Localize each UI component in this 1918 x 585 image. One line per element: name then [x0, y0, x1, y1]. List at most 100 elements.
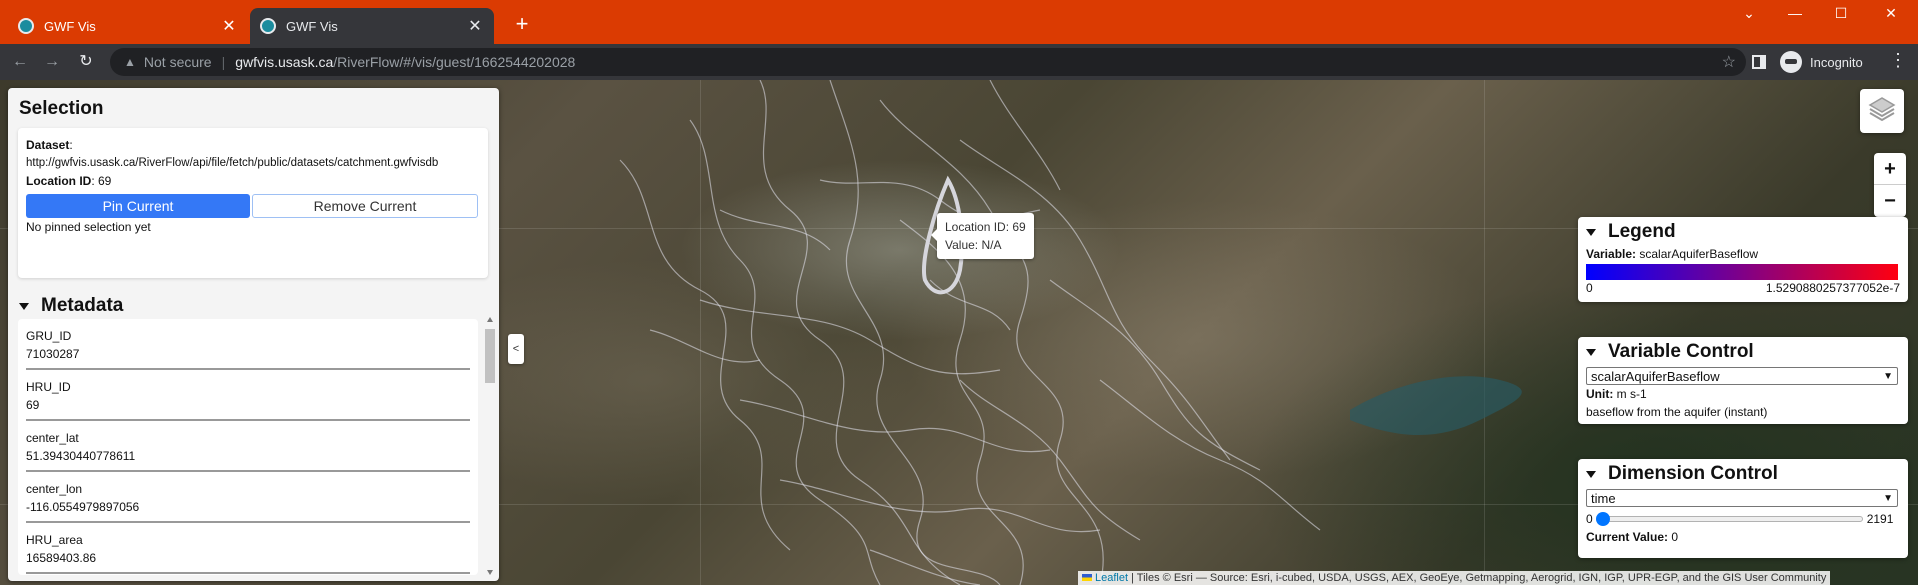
dimension-control-title: Dimension Control: [1608, 463, 1778, 484]
variable-control-panel: Variable Control scalarAquiferBaseflow ▼…: [1578, 337, 1908, 424]
warning-icon: ▲: [124, 55, 136, 69]
favicon-icon: [18, 18, 34, 34]
pin-current-button[interactable]: Pin Current: [26, 194, 250, 218]
map-view[interactable]: Location ID: 69 Value: N/A Selection Dat…: [0, 80, 1918, 585]
selection-panel: Selection Dataset: http://gwfvis.usask.c…: [8, 88, 499, 581]
variable-control-header[interactable]: Variable Control: [1586, 337, 1900, 367]
reload-icon[interactable]: ↻: [74, 50, 98, 74]
attribution-text: | Tiles © Esri — Source: Esri, i-cubed, …: [1128, 572, 1827, 584]
metadata-scrollbar[interactable]: [484, 315, 496, 577]
metadata-key: center_lon: [26, 482, 83, 496]
location-label: Location ID: [26, 174, 92, 188]
metadata-list[interactable]: GRU_ID 71030287 HRU_ID 69 center_lat 51.…: [18, 319, 478, 575]
menu-kebab-icon[interactable]: ⋮: [1888, 50, 1908, 71]
current-value-label: Current Value:: [1586, 530, 1669, 544]
maximize-window-button[interactable]: ☐: [1818, 0, 1864, 26]
dimension-control-panel: Dimension Control time ▼ 0 2191 Current …: [1578, 459, 1908, 558]
dimension-select[interactable]: time ▼: [1586, 489, 1898, 507]
caret-down-icon: [1586, 348, 1596, 356]
favicon-icon: [260, 18, 276, 34]
leaflet-link[interactable]: Leaflet: [1095, 572, 1128, 584]
browser-toolbar: ← → ↻ ▲ Not secure | gwfvis.usask.ca /Ri…: [0, 44, 1918, 80]
tab-gwf-vis-2[interactable]: GWF Vis ✕: [250, 8, 494, 44]
close-tab-icon[interactable]: ✕: [220, 16, 238, 36]
map-tooltip: Location ID: 69 Value: N/A: [931, 213, 1034, 259]
variable-control-title: Variable Control: [1608, 341, 1754, 362]
location-row: Location ID: 69: [26, 172, 480, 190]
selection-card: Dataset: http://gwfvis.usask.ca/RiverFlo…: [18, 128, 488, 278]
legend-max: 1.5290880257377052e-7: [1765, 281, 1900, 295]
new-tab-button[interactable]: +: [508, 10, 536, 38]
close-window-button[interactable]: ✕: [1868, 0, 1914, 26]
zoom-out-button[interactable]: −: [1874, 185, 1906, 217]
unit-label: Unit:: [1586, 387, 1614, 401]
collapse-panel-button[interactable]: <: [508, 334, 524, 364]
caret-down-icon: [1586, 470, 1596, 478]
url-path: /RiverFlow/#/vis/guest/1662544202028: [333, 54, 576, 70]
variable-select[interactable]: scalarAquiferBaseflow ▼: [1586, 367, 1898, 385]
variable-description: baseflow from the aquifer (instant): [1586, 405, 1768, 419]
dimension-slider-row: 0 2191: [1586, 511, 1900, 527]
close-tab-icon[interactable]: ✕: [466, 16, 484, 36]
dataset-colon: :: [69, 138, 73, 152]
caret-down-icon: [1586, 228, 1596, 236]
variable-select-value: scalarAquiferBaseflow: [1591, 368, 1720, 384]
security-label: Not secure: [143, 54, 212, 70]
chevron-down-icon: ▼: [1883, 492, 1893, 504]
lake-shape: [1350, 376, 1522, 435]
list-item: HRU_ID 69: [26, 370, 470, 421]
zoom-in-button[interactable]: +: [1874, 153, 1906, 185]
selection-title: Selection: [19, 98, 104, 119]
current-value: 0: [1671, 530, 1679, 544]
tab-title: GWF Vis: [286, 18, 338, 34]
metadata-value: 69: [26, 398, 40, 412]
tooltip-value: Value: N/A: [945, 238, 1002, 252]
scroll-down-icon[interactable]: [487, 570, 493, 575]
ukraine-flag-icon: [1082, 574, 1092, 581]
list-item: center_lat 51.39430440778611: [26, 421, 470, 472]
minimize-window-button[interactable]: —: [1772, 0, 1818, 26]
legend-title: Legend: [1608, 221, 1676, 242]
color-scale-bar: [1586, 264, 1898, 280]
metadata-value: 16589403.86: [26, 551, 97, 565]
profile-label: Incognito: [1810, 54, 1863, 70]
list-item: HRU_area 16589403.86: [26, 523, 470, 574]
no-pinned-text: No pinned selection yet: [26, 220, 151, 234]
metadata-key: GRU_ID: [26, 329, 72, 343]
metadata-key: HRU_ID: [26, 380, 71, 394]
legend-variable: scalarAquiferBaseflow: [1639, 247, 1759, 261]
unit-value: m s-1: [1616, 387, 1647, 401]
dataset-label: Dataset: [26, 138, 70, 152]
tab-search-icon[interactable]: ⌄: [1726, 0, 1772, 26]
tab-title: GWF Vis: [44, 18, 96, 34]
zoom-control: + −: [1874, 153, 1906, 217]
dimension-control-header[interactable]: Dimension Control: [1586, 459, 1900, 489]
metadata-header[interactable]: Metadata: [19, 295, 123, 317]
metadata-value: -116.0554979897056: [26, 500, 140, 514]
profile-button[interactable]: Incognito: [1780, 50, 1863, 74]
metadata-key: center_lat: [26, 431, 79, 445]
legend-header[interactable]: Legend: [1586, 217, 1900, 247]
scroll-up-icon[interactable]: [487, 317, 493, 322]
dataset-row: Dataset:: [26, 136, 480, 154]
metadata-key: HRU_area: [26, 533, 83, 547]
dimension-slider[interactable]: [1595, 512, 1863, 526]
metadata-value: 71030287: [26, 347, 80, 361]
tab-gwf-vis-1[interactable]: GWF Vis ✕: [8, 8, 248, 44]
divider: |: [221, 54, 226, 70]
side-panel-icon[interactable]: [1752, 55, 1766, 69]
bookmark-star-icon[interactable]: ☆: [1722, 52, 1736, 72]
address-bar[interactable]: ▲ Not secure | gwfvis.usask.ca /RiverFlo…: [110, 48, 1746, 76]
slider-thumb[interactable]: [1595, 512, 1610, 526]
scroll-thumb[interactable]: [485, 329, 495, 383]
back-icon[interactable]: ←: [8, 50, 32, 74]
forward-icon[interactable]: →: [40, 50, 64, 74]
metadata-title: Metadata: [41, 295, 124, 316]
layers-icon: [1868, 97, 1896, 122]
metadata-value: 51.39430440778611: [26, 449, 136, 463]
legend-panel: Legend Variable: scalarAquiferBaseflow 0…: [1578, 217, 1908, 302]
remove-current-button[interactable]: Remove Current: [252, 194, 478, 218]
location-value: : 69: [91, 174, 112, 188]
legend-variable-label: Variable:: [1586, 247, 1637, 261]
layers-button[interactable]: [1860, 89, 1904, 133]
